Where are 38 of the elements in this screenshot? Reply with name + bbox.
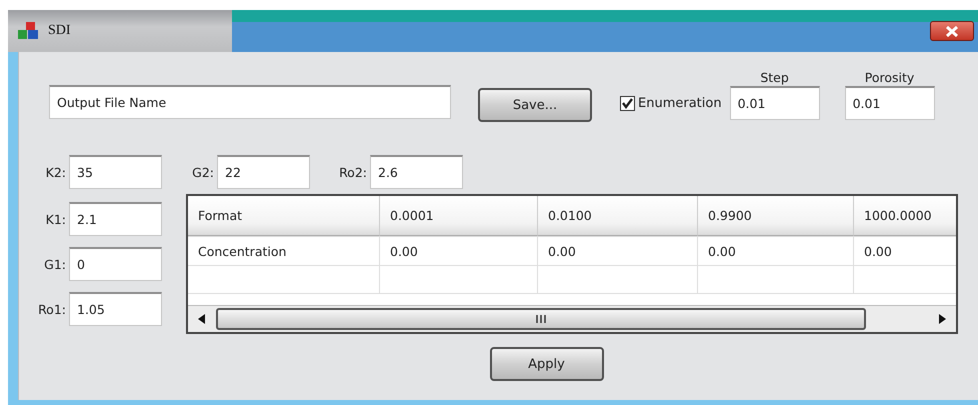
- header-cell: 0.9900: [698, 196, 854, 236]
- param-field[interactable]: 1.05: [69, 292, 162, 326]
- close-button[interactable]: [930, 21, 974, 41]
- table-cell: Concentration: [188, 237, 380, 265]
- param-label: K1:: [44, 212, 67, 226]
- header-cell: 0.0100: [538, 196, 698, 236]
- param-field[interactable]: 0: [69, 247, 162, 281]
- scroll-thumb[interactable]: [216, 308, 866, 330]
- window-title: SDI: [48, 23, 71, 39]
- porosity-field[interactable]: 0.01: [844, 86, 935, 120]
- horizontal-scrollbar[interactable]: [188, 305, 956, 332]
- table-cell: 0.00: [698, 237, 854, 265]
- close-icon: [946, 26, 958, 36]
- apply-button[interactable]: Apply: [490, 347, 604, 381]
- param-label: G1:: [43, 256, 67, 272]
- table-cell: 0.00: [538, 237, 698, 265]
- param-label: G2:: [191, 164, 215, 180]
- param-field[interactable]: 22: [217, 155, 310, 189]
- porosity-label: Porosity: [864, 70, 914, 86]
- param-field[interactable]: 2.1: [69, 202, 162, 236]
- table-cell: 0.00: [380, 237, 538, 265]
- scroll-right-icon[interactable]: [938, 314, 946, 324]
- header-cell: Format: [188, 196, 380, 236]
- cubes-icon: [18, 22, 40, 40]
- param-field[interactable]: 2.6: [370, 155, 463, 189]
- enumeration-checkbox[interactable]: [620, 96, 635, 111]
- step-field[interactable]: 0.01: [730, 86, 820, 120]
- output-file-field[interactable]: Output File Name: [49, 85, 451, 119]
- scroll-left-icon[interactable]: [198, 314, 206, 324]
- table-cell: 0.00: [854, 237, 956, 265]
- param-label: Ro1:: [37, 302, 67, 316]
- param-field[interactable]: 35: [69, 155, 162, 189]
- save-button[interactable]: Save...: [478, 88, 592, 122]
- enumeration-label: Enumeration: [638, 96, 722, 111]
- param-label: K2:: [44, 164, 67, 180]
- step-label: Step: [760, 70, 789, 86]
- header-cell: 0.0001: [380, 196, 538, 236]
- param-label: Ro2:: [338, 164, 368, 180]
